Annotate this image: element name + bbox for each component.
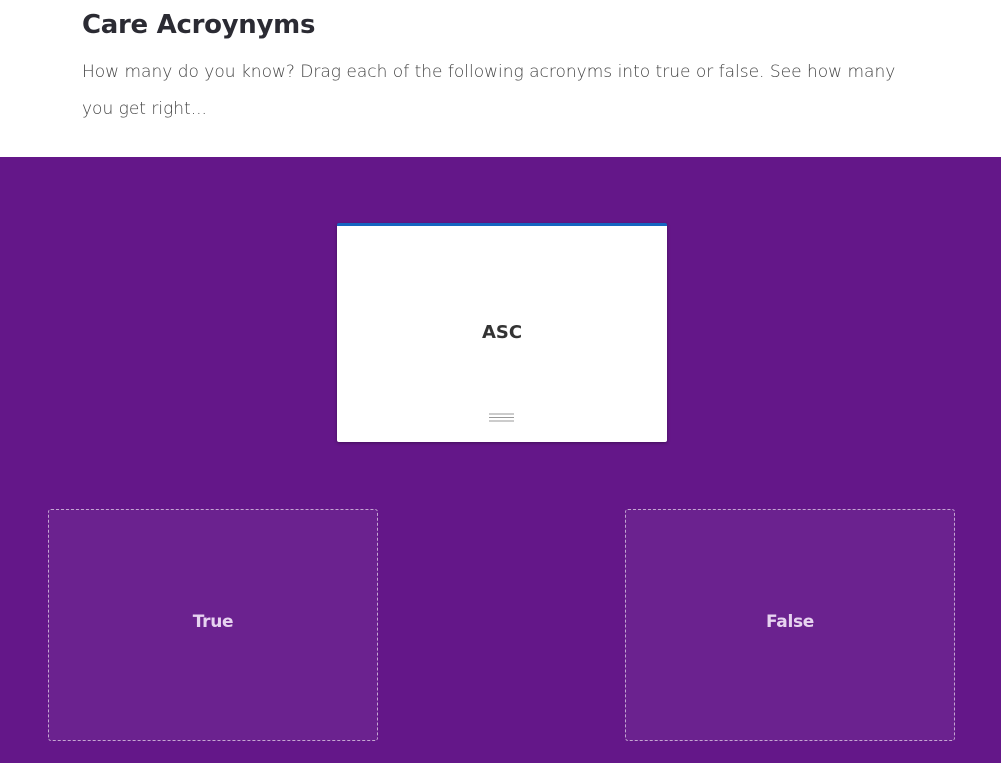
drop-zone-false[interactable]: False [625, 509, 955, 741]
card-label: ASC [481, 322, 523, 343]
drag-handle-icon[interactable] [489, 413, 514, 422]
drop-zone-label: False [765, 612, 815, 632]
page-title: Care Acroynyms [82, 10, 316, 40]
draggable-card[interactable]: ASC [337, 223, 667, 442]
activity-header: Care Acroynyms How many do you know? Dra… [0, 0, 1001, 157]
instructions-text: How many do you know? Drag each of the f… [82, 62, 896, 119]
drop-zone-true[interactable]: True [48, 509, 378, 741]
drag-drop-area: ASC True False [0, 157, 1001, 763]
drop-zone-label: True [192, 612, 234, 632]
